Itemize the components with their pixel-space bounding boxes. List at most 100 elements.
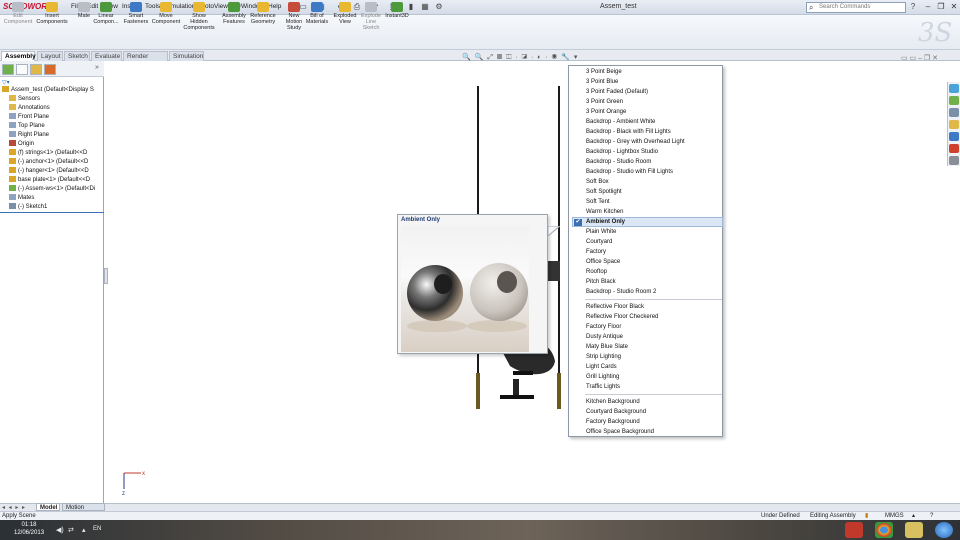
cmd-linear-compon-button[interactable]: Linear Compon... [90,2,122,25]
tree-item[interactable]: (-) anchor<1> (Default<<D [2,158,103,167]
scene-option[interactable]: Office Space Background [586,427,654,437]
scene-option[interactable]: Kitchen Background [586,397,640,407]
system-clock[interactable]: 01:18 12/06/2013 [14,521,44,537]
view-palette-icon[interactable] [949,132,959,141]
scene-option[interactable]: Soft Box [586,177,609,187]
design-library-icon[interactable] [949,96,959,105]
tree-item[interactable]: (-) hanger<1> (Default<<D [2,167,103,176]
scene-option[interactable]: 3 Point Beige [586,67,622,77]
restore-icon[interactable]: ❐ [935,1,947,13]
options-icon[interactable]: ⚙ [434,2,444,12]
scene-option[interactable]: Rooftop [586,267,607,277]
scene-option[interactable]: Backdrop - Lightbox Studio [586,147,658,157]
tree-item[interactable]: Front Plane [2,113,103,122]
tree-item[interactable]: Sensors [2,95,103,104]
file-explorer-icon[interactable] [949,108,959,117]
scene-option[interactable]: Warm Kitchen [586,207,623,217]
volume-icon[interactable]: ◀) [56,526,64,534]
explorer-taskbar-icon[interactable] [905,522,923,538]
appearances-icon[interactable] [949,144,959,153]
preview-image [401,226,529,352]
display-manager-tab[interactable] [44,64,56,75]
scene-option[interactable]: Soft Tent [586,197,610,207]
scene-option[interactable]: Dusty Antique [586,332,623,342]
tree-item[interactable]: Right Plane [2,131,103,140]
cmd-smart-fasteners-button[interactable]: Smart Fasteners [120,2,152,25]
scene-option[interactable]: Courtyard [586,237,612,247]
tree-item[interactable]: Origin [2,140,103,149]
configuration-manager-tab[interactable] [30,64,42,75]
chrome-taskbar-icon[interactable] [875,522,893,538]
scene-option[interactable]: Backdrop - Studio with Fill Lights [586,167,673,177]
scene-option[interactable]: Maty Blue Slate [586,342,628,352]
solidworks-taskbar-icon[interactable] [845,522,863,538]
tree-item-label: (-) Sketch1 [18,204,48,210]
scene-option[interactable]: Backdrop - Studio Room 2 [586,287,656,297]
tab-layout[interactable]: Layout [37,51,63,61]
tab-render-tools[interactable]: Render Tools [123,51,168,69]
scene-option[interactable]: Backdrop - Ambient White [586,117,655,127]
close-icon[interactable]: ✕ [948,1,960,13]
scene-option[interactable]: Traffic Lights [586,382,620,392]
expand-arrow-icon[interactable]: » [95,64,99,71]
scene-option[interactable]: Strip Lighting [586,352,621,362]
cmd-assembly-features-button[interactable]: Assembly Features [218,2,250,25]
scene-option[interactable]: Backdrop - Studio Room [586,157,651,167]
tree-item[interactable]: (f) strings<1> (Default<<D [2,149,103,158]
language-indicator[interactable]: EN [93,526,101,532]
cmd-insert-components-button[interactable]: Insert Components [36,2,68,25]
scene-option[interactable]: Factory Floor [586,322,621,332]
scene-option[interactable]: Office Space [586,257,620,267]
tree-item[interactable]: Mates [2,194,103,203]
motion-tab-motion-study-1[interactable]: Motion Study 1 [62,503,105,519]
scene-option[interactable]: 3 Point Faded (Default) [586,87,648,97]
minimize-icon[interactable]: – [922,1,934,13]
scene-option[interactable]: Backdrop - Black with Fill Lights [586,127,671,137]
tree-item[interactable]: (-) Sketch1 [2,203,103,212]
scene-option[interactable]: Backdrop - Grey with Overhead Light [586,137,685,147]
scene-option[interactable]: Factory [586,247,606,257]
scene-option[interactable]: Courtyard Background [586,407,646,417]
scene-option[interactable]: Light Cards [586,362,617,372]
cmd-move-component-button[interactable]: Move Component [150,2,182,25]
search-results-icon[interactable] [949,120,959,129]
feature-tree-tab[interactable] [2,64,14,75]
help-icon[interactable]: ? [908,2,918,12]
cmd-reference-geometry-button[interactable]: Reference Geometry [247,2,279,25]
search-commands-input[interactable]: ⌕ Search Commands [806,2,906,13]
custom-properties-icon[interactable] [949,156,959,165]
scene-option[interactable]: Reflective Floor Checkered [586,312,658,322]
scene-option[interactable]: 3 Point Blue [586,77,618,87]
tree-item[interactable]: Top Plane [2,122,103,131]
tab-simulation[interactable]: Simulation [169,51,204,61]
file-properties-icon[interactable]: ▦ [420,2,430,12]
scene-option[interactable]: Grill Lighting [586,372,619,382]
tab-scroll-arrows[interactable]: ◂ ◂ ▸ ▸ [2,504,26,511]
tree-item[interactable]: (-) Assem-ws<1> (Default<Di [2,185,103,194]
scene-option[interactable]: Plain White [586,227,616,237]
scene-option[interactable]: Soft Spotlight [586,187,622,197]
cmd-edit-component-button[interactable]: Edit Component [2,2,34,25]
start-button[interactable] [935,522,953,538]
cmd-label: Instant3D [385,13,409,19]
scene-option[interactable]: Reflective Floor Black [586,302,644,312]
motion-tab-model[interactable]: Model [36,503,60,511]
tree-root[interactable]: Assem_test (Default<Display S [2,86,103,95]
resources-icon[interactable] [949,84,959,93]
scene-option[interactable]: Factory Background [586,417,640,427]
scene-option[interactable]: Ambient Only [586,217,625,227]
checkmark-icon: ✔ [574,219,582,226]
tab-evaluate[interactable]: Evaluate [91,51,122,61]
tray-expand-icon[interactable]: ▴ [82,526,86,534]
property-manager-tab[interactable] [16,64,28,75]
network-icon[interactable]: ⇄ [68,526,74,534]
tab-sketch[interactable]: Sketch [64,51,90,61]
scene-option[interactable]: 3 Point Orange [586,107,626,117]
cmd-instant3d-button[interactable]: Instant3D [381,2,413,19]
cmd-show-hidden-components-button[interactable]: Show Hidden Components [183,2,215,31]
tree-item[interactable]: base plate<1> (Default<<D [2,176,103,185]
panel-splitter-handle[interactable] [104,268,108,284]
scene-option[interactable]: Pitch Black [586,277,616,287]
tree-item[interactable]: Annotations [2,104,103,113]
scene-option[interactable]: 3 Point Green [586,97,623,107]
